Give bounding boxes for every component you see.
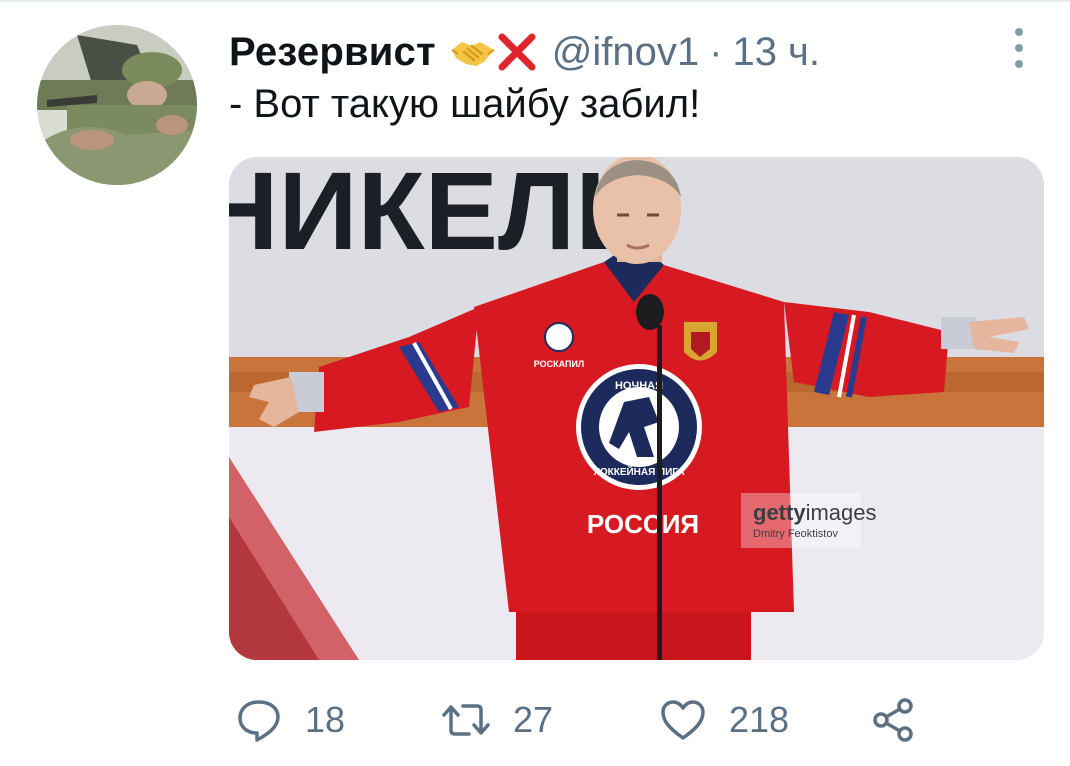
jersey-text: РОССИЯ — [587, 509, 699, 539]
reply-icon — [238, 700, 280, 742]
getty-brand: gettyimages — [753, 500, 877, 525]
share-icon — [873, 698, 913, 742]
avatar[interactable] — [37, 25, 197, 185]
more-options-icon[interactable] — [1006, 28, 1032, 68]
tweet-text: - Вот такую шайбу забил! — [229, 82, 701, 126]
like-count: 218 — [729, 699, 790, 740]
separator-dot: · — [709, 29, 723, 74]
getty-credit: Dmitry Feoktistov — [753, 528, 838, 540]
patch-text: РОСКАПИЛ — [534, 359, 585, 369]
heart-icon — [661, 700, 705, 740]
logo-top-text: НОЧНАЯ — [615, 380, 663, 392]
like-button[interactable]: 218 — [659, 690, 789, 750]
reply-count: 18 — [305, 699, 346, 740]
timestamp[interactable]: 13 ч. — [732, 30, 820, 75]
user-handle[interactable]: @ifnov1 — [552, 30, 699, 75]
tweet-media-image[interactable]: НИКЕЛЬ РОСКАПИЛ НОЧНАЯ ХОККЕЙНАЯ ЛИГА РО… — [229, 157, 1044, 660]
photo: НИКЕЛЬ РОСКАПИЛ НОЧНАЯ ХОККЕЙНАЯ ЛИГА РО… — [229, 157, 1044, 660]
retweet-button[interactable]: 27 — [441, 690, 553, 750]
retweet-count: 27 — [513, 699, 554, 740]
retweet-icon — [442, 704, 490, 736]
cross-mark-icon — [496, 31, 538, 73]
tweet-actions: 18 27 218 — [229, 690, 1029, 750]
logo-bottom-text: ХОККЕЙНАЯ ЛИГА — [593, 465, 684, 478]
handshake-icon — [450, 32, 496, 72]
display-name[interactable]: Резервист — [229, 30, 436, 75]
name-emoji-badges — [450, 31, 538, 73]
tweet-header: Резервист @ifnov1 · 13 ч. — [229, 24, 820, 80]
top-divider — [0, 0, 1070, 2]
reply-button[interactable]: 18 — [235, 690, 345, 750]
banner-text: НИКЕЛЬ — [229, 157, 654, 273]
share-button[interactable] — [869, 690, 917, 750]
